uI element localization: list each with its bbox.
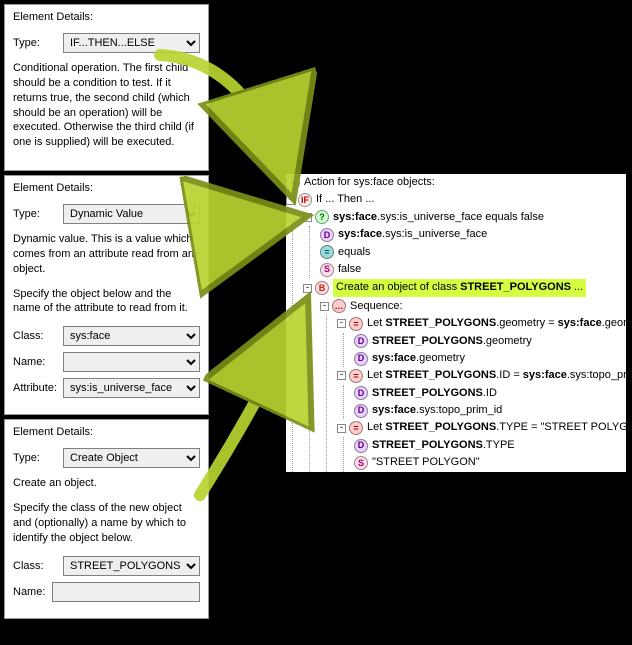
tree-node-let[interactable]: - = Let STREET_POLYGONS.ID = sys:face.sy… [337, 367, 626, 384]
class-label: Class: [13, 560, 63, 572]
name-label: Name: [13, 356, 63, 368]
class-select[interactable]: sys:face [63, 326, 200, 346]
build-icon: B [315, 281, 329, 295]
description: Conditional operation. The first child s… [13, 61, 200, 150]
class-label: Class: [13, 330, 63, 342]
collapse-icon[interactable]: - [320, 302, 329, 311]
node-label: Sequence: [350, 299, 403, 314]
description: Create an object. [13, 476, 200, 491]
let-icon: = [349, 421, 363, 435]
node-label: .sys:topo_prim_id [416, 403, 502, 418]
tree-node-sequence[interactable]: - … Sequence: [320, 298, 626, 315]
type-select[interactable]: IF...THEN...ELSE [63, 33, 200, 53]
tree-node[interactable]: = equals [320, 244, 626, 261]
node-label: Let STREET_POLYGONS.geometry = sys:face.… [367, 316, 632, 331]
panel-if-then-else: Element Details: Type: IF...THEN...ELSE … [4, 4, 209, 171]
tree-node[interactable]: D sys:face.geometry [354, 350, 626, 367]
type-label: Type: [13, 37, 63, 49]
description: Dynamic value. This is a value which com… [13, 232, 200, 277]
tree-node-if[interactable]: - IF If ... Then ... [286, 191, 626, 208]
tree-node[interactable]: D STREET_POLYGONS.geometry [354, 333, 626, 350]
node-label: .geometry [483, 334, 532, 349]
panel-create-object: Element Details: Type: Create Object Cre… [4, 419, 209, 618]
equals-icon: = [320, 245, 334, 259]
dynamic-icon: D [320, 228, 334, 242]
class-select[interactable]: STREET_POLYGONS [63, 556, 200, 576]
node-label: Action for sys:face objects: [304, 175, 435, 190]
action-icon: A [286, 176, 300, 190]
dynamic-icon: D [354, 352, 368, 366]
panel-title: Element Details: [13, 426, 200, 438]
tree-node-action[interactable]: A Action for sys:face objects: [286, 174, 626, 191]
dynamic-icon: D [354, 334, 368, 348]
node-label: STREET_POLYGONS [372, 438, 483, 453]
tree-node-let[interactable]: - = Let STREET_POLYGONS.TYPE = "STREET P… [337, 419, 626, 436]
node-label: STREET_POLYGONS [372, 334, 483, 349]
node-label: "STREET POLYGON" [372, 455, 480, 470]
description2: Specify the object below and the name of… [13, 287, 200, 317]
node-label: Let STREET_POLYGONS.TYPE = "STREET POLYG… [367, 420, 632, 435]
name-select[interactable] [63, 352, 200, 372]
type-label: Type: [13, 452, 63, 464]
node-label: equals [338, 245, 370, 260]
collapse-icon[interactable]: - [337, 424, 346, 433]
tree-node[interactable]: D sys:face.sys:is_universe_face [320, 226, 626, 243]
tree-node-let[interactable]: - = Let STREET_POLYGONS.geometry = sys:f… [337, 315, 626, 332]
static-icon: S [354, 456, 368, 470]
dynamic-icon: D [354, 439, 368, 453]
tree-node[interactable]: S false [320, 261, 626, 278]
dynamic-icon: D [354, 404, 368, 418]
attribute-select[interactable]: sys:is_universe_face [63, 378, 200, 398]
node-label: If ... Then ... [316, 192, 375, 207]
type-select[interactable]: Dynamic Value [63, 204, 200, 224]
collapse-icon[interactable]: - [303, 213, 312, 222]
node-label: sys:face [372, 351, 416, 366]
dynamic-icon: D [354, 386, 368, 400]
node-label: sys:face [333, 210, 377, 225]
question-icon: ? [315, 210, 329, 224]
node-label: false [338, 262, 361, 277]
type-label: Type: [13, 208, 63, 220]
static-icon: S [320, 263, 334, 277]
let-icon: = [349, 369, 363, 383]
let-icon: = [349, 317, 363, 331]
description2: Specify the class of the new object and … [13, 501, 200, 546]
panel-title: Element Details: [13, 11, 200, 23]
if-icon: IF [298, 193, 312, 207]
name-label: Name: [13, 586, 52, 598]
sequence-icon: … [332, 299, 346, 313]
panel-title: Element Details: [13, 182, 200, 194]
tree-node[interactable]: D STREET_POLYGONS.ID [354, 385, 626, 402]
node-label-highlighted: Create an object of class STREET_POLYGON… [333, 279, 586, 296]
collapse-icon[interactable]: - [337, 371, 346, 380]
tree-node-condition[interactable]: - ? sys:face.sys:is_universe_face equals… [303, 209, 626, 226]
name-input[interactable] [52, 582, 200, 602]
node-label: sys:face [338, 227, 382, 242]
attribute-label: Attribute: [13, 382, 63, 394]
logic-tree: A Action for sys:face objects: - IF If .… [286, 174, 626, 472]
collapse-icon[interactable]: - [337, 319, 346, 328]
panel-dynamic-value: Element Details: Type: Dynamic Value Dyn… [4, 175, 209, 415]
tree-node[interactable]: D STREET_POLYGONS.TYPE [354, 437, 626, 454]
tree-node-create[interactable]: - B Create an object of class STREET_POL… [303, 278, 626, 297]
node-label: .ID [483, 386, 497, 401]
node-label: .geometry [416, 351, 465, 366]
type-select[interactable]: Create Object [63, 448, 200, 468]
node-label: .sys:is_universe_face equals false [377, 210, 544, 225]
node-label: sys:face [372, 403, 416, 418]
collapse-icon[interactable]: - [303, 284, 312, 293]
node-label: .sys:is_universe_face [382, 227, 487, 242]
tree-node[interactable]: S "STREET POLYGON" [354, 454, 626, 471]
node-label: .TYPE [483, 438, 515, 453]
tree-node[interactable]: D sys:face.sys:topo_prim_id [354, 402, 626, 419]
node-label: Let STREET_POLYGONS.ID = sys:face.sys:to… [367, 368, 632, 383]
node-label: STREET_POLYGONS [372, 386, 483, 401]
collapse-icon[interactable]: - [286, 196, 295, 205]
